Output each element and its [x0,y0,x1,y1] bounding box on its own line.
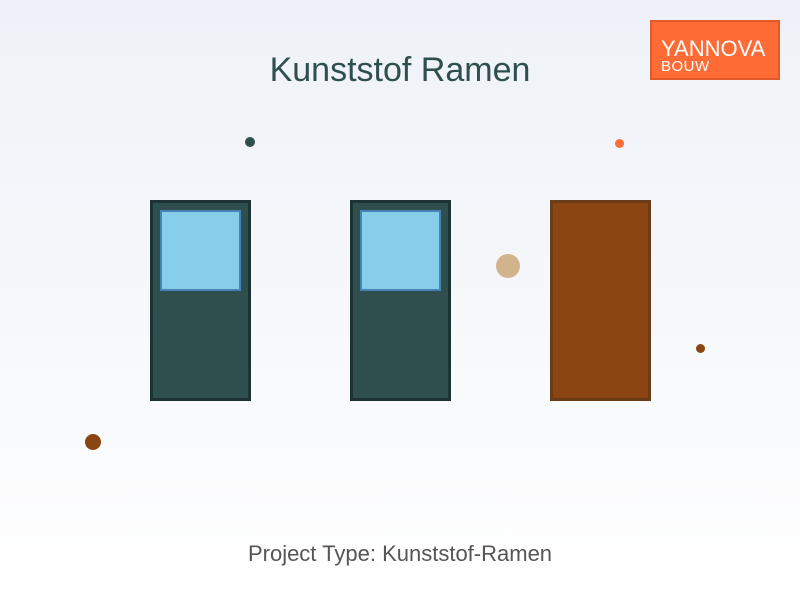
decorative-dot [245,137,255,147]
project-type-value: Kunststof-Ramen [382,541,553,566]
logo-subtitle: BOUW [661,58,710,75]
door [550,200,651,401]
window-2 [350,200,451,401]
project-type-label: Project Type: [247,541,376,566]
project-type-caption: Project Type: Kunststof-Ramen [0,540,800,568]
window-glass-1 [160,210,241,291]
decorative-dot [696,344,705,353]
brand-logo: YANNOVA BOUW [650,20,780,80]
window-glass-2 [360,210,441,291]
decorative-dot [85,434,101,450]
decorative-dot [615,139,624,148]
decorative-dot [496,254,520,278]
project-canvas: Kunststof Ramen YANNOVA BOUW Project Typ… [0,0,800,600]
window-1 [150,200,251,401]
